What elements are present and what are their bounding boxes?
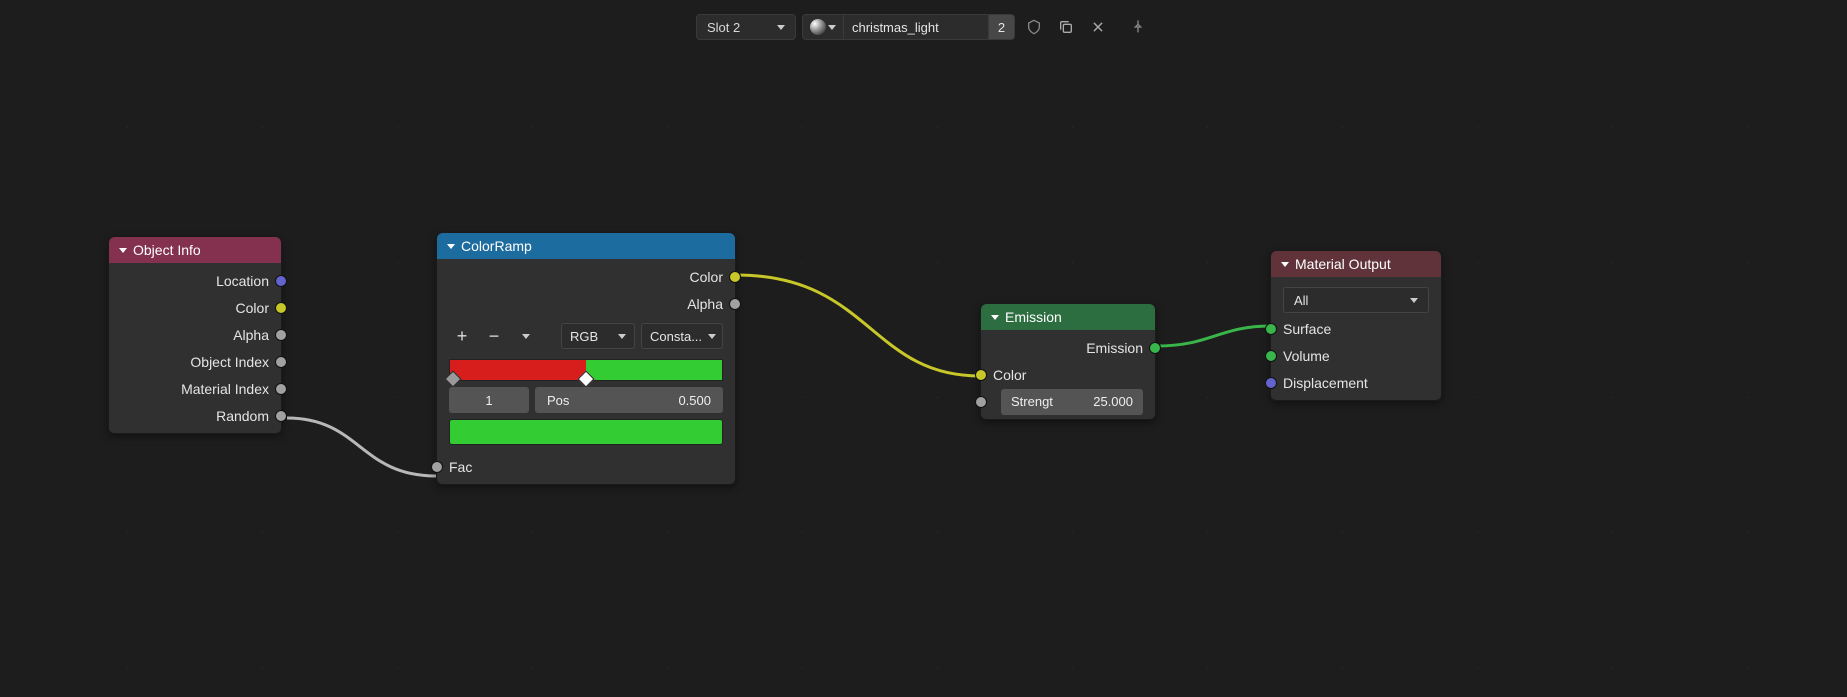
material-icon [810,19,826,35]
material-header: Slot 2 christmas_light 2 [0,14,1847,40]
duplicate-icon [1058,19,1074,35]
chevron-down-icon [991,315,999,320]
input-fac: Fac [437,453,735,480]
chevron-down-icon [777,25,785,30]
chevron-down-icon [828,25,836,30]
socket-float[interactable] [275,329,287,341]
output-material-index: Material Index [109,375,281,402]
input-color: Color [981,361,1155,388]
node-title: ColorRamp [461,238,532,254]
unlink-material-button[interactable] [1085,14,1111,40]
socket-color[interactable] [275,302,287,314]
output-color: Color [109,294,281,321]
socket-float[interactable] [975,396,987,408]
new-material-button[interactable] [1053,14,1079,40]
input-surface: Surface [1271,315,1441,342]
chevron-down-icon [447,244,455,249]
socket-float[interactable] [275,356,287,368]
material-users-count: 2 [998,20,1005,35]
slot-label: Slot 2 [707,20,740,35]
socket-shader[interactable] [1149,342,1161,354]
input-strength: Strengt 25.000 [981,388,1155,415]
output-location: Location [109,267,281,294]
chevron-down-icon [1281,262,1289,267]
ramp-add-stop-button[interactable]: + [449,323,475,349]
output-alpha: Alpha [437,290,735,317]
ramp-tools-menu[interactable] [513,323,539,349]
node-material-output[interactable]: Material Output All Surface Volume Displ… [1270,250,1442,401]
socket-float[interactable] [729,298,741,310]
node-title: Object Info [133,242,201,258]
shield-icon [1026,19,1042,35]
node-header[interactable]: Object Info [109,237,281,263]
output-object-index: Object Index [109,348,281,375]
socket-color[interactable] [729,271,741,283]
close-icon [1091,20,1105,34]
chevron-down-icon [522,334,530,339]
output-alpha: Alpha [109,321,281,348]
ramp-stop-position-field[interactable]: Pos 0.500 [535,387,723,413]
chevron-down-icon [708,334,716,339]
material-name-field[interactable]: christmas_light [844,14,989,40]
output-color: Color [437,263,735,290]
socket-float[interactable] [275,383,287,395]
input-volume: Volume [1271,342,1441,369]
output-random: Random [109,402,281,429]
node-title: Emission [1005,309,1062,325]
strength-field[interactable]: Strengt 25.000 [1001,389,1143,415]
material-slot-dropdown[interactable]: Slot 2 [696,14,796,40]
node-title: Material Output [1295,256,1391,272]
socket-float[interactable] [431,461,443,473]
ramp-stop-1[interactable] [578,371,595,388]
fake-user-button[interactable] [1021,14,1047,40]
pin-icon [1130,19,1146,35]
ramp-stop-0[interactable] [444,371,461,388]
socket-shader[interactable] [1265,350,1277,362]
socket-shader[interactable] [1265,323,1277,335]
socket-vector[interactable] [275,275,287,287]
ramp-stop-color-swatch[interactable] [449,419,723,445]
socket-float[interactable] [275,410,287,422]
ramp-stop-index-field[interactable]: 1 [449,387,529,413]
chevron-down-icon [618,334,626,339]
ramp-remove-stop-button[interactable]: − [481,323,507,349]
socket-color[interactable] [975,369,987,381]
node-header[interactable]: Material Output [1271,251,1441,277]
node-header[interactable]: Emission [981,304,1155,330]
color-ramp-gradient[interactable] [449,359,723,381]
pin-button[interactable] [1125,14,1151,40]
ramp-color-mode-dropdown[interactable]: RGB [561,323,635,349]
node-object-info[interactable]: Object Info Location Color Alpha Object … [108,236,282,434]
output-target-dropdown[interactable]: All [1283,287,1429,313]
material-users-button[interactable]: 2 [989,14,1015,40]
chevron-down-icon [119,248,127,253]
material-name-text: christmas_light [852,20,939,35]
output-emission: Emission [981,334,1155,361]
ramp-interpolation-dropdown[interactable]: Consta... [641,323,723,349]
node-color-ramp[interactable]: ColorRamp Color Alpha + − RGB Consta... [436,232,736,485]
chevron-down-icon [1410,298,1418,303]
node-emission[interactable]: Emission Emission Color Strengt 25.000 [980,303,1156,420]
socket-vector[interactable] [1265,377,1277,389]
material-browse-button[interactable] [802,14,844,40]
node-header[interactable]: ColorRamp [437,233,735,259]
input-displacement: Displacement [1271,369,1441,396]
